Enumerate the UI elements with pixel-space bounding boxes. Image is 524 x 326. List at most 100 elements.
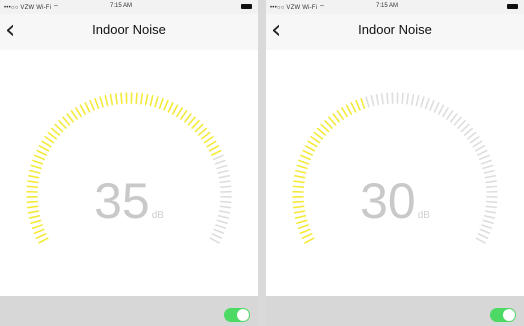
gauge-tick [307, 140, 318, 148]
gauge-tick [296, 164, 308, 170]
gauge-tick [79, 104, 87, 115]
gauge-tick [171, 104, 179, 115]
gauge-tick [295, 169, 307, 174]
gauge-tick [99, 96, 104, 108]
gauge-tick [480, 159, 492, 165]
bottom-bar [266, 296, 524, 326]
status-bar: •••○○ VZW Wi-Fi ⌔ 7:15 AM [266, 0, 524, 14]
noise-reading: 30 dB [266, 176, 524, 241]
gauge-tick [410, 93, 415, 106]
toggle-knob [237, 309, 249, 321]
gauge-tick [206, 140, 217, 148]
gauge-tick [38, 145, 50, 152]
phone-screen-right: •••○○ VZW Wi-Fi ⌔ 7:15 AM ‹ Indoor Noise… [266, 0, 524, 326]
gauge-tick [316, 127, 327, 136]
gauge-tick [114, 93, 118, 105]
noise-reading: 35 dB [0, 176, 258, 241]
gauge-tick [47, 131, 58, 140]
gauge-tick [457, 119, 466, 129]
gauge-tick [29, 169, 41, 174]
gauge-tick [483, 169, 495, 174]
gauge-tick [144, 93, 149, 106]
gauge-tick [54, 123, 64, 133]
gauge-tick [176, 107, 183, 118]
gauge-tick [70, 109, 78, 120]
battery-icon [507, 4, 518, 9]
gauge-tick [429, 99, 435, 111]
gauge-tick [450, 113, 458, 123]
toggle-switch[interactable] [490, 308, 516, 322]
battery-icon [241, 4, 252, 9]
gauge-tick [446, 109, 454, 120]
gauge-tick [167, 102, 174, 113]
gauge-tick [194, 123, 204, 133]
toggle-switch[interactable] [224, 308, 250, 322]
gauge-tick [187, 116, 196, 126]
gauge-tick [191, 119, 200, 129]
gauge-tick [200, 131, 211, 140]
gauge-tick [433, 102, 440, 113]
gauge-tick [320, 123, 330, 133]
gauge-tick [332, 113, 340, 123]
status-bar: •••○○ VZW Wi-Fi ⌔ 7:15 AM [0, 0, 258, 14]
gauge-tick [41, 140, 52, 148]
gauge-tick [437, 104, 445, 115]
gauge-tick [466, 131, 477, 140]
signal-indicator: •••○○ VZW Wi-Fi ⌔ [4, 5, 59, 11]
bottom-bar [0, 296, 258, 326]
gauge-tick [302, 149, 313, 156]
gauge-tick [472, 140, 483, 148]
gauge-tick [208, 145, 220, 152]
gauge-tick [380, 93, 384, 105]
gauge-tick [420, 96, 425, 108]
gauge-tick [386, 92, 389, 105]
gauge-tick [94, 97, 100, 110]
gauge-tick [140, 93, 144, 105]
gauge-tick [180, 109, 188, 120]
gauge-tick [300, 154, 311, 161]
gauge-tick [442, 107, 449, 118]
gauge-tick [304, 145, 316, 152]
gauge-tick [460, 123, 470, 133]
gauge-tick [415, 94, 420, 107]
noise-value: 35 [94, 173, 150, 229]
gauge-tick [158, 97, 164, 110]
gauge-tick [375, 93, 380, 106]
gauge-tick [365, 96, 370, 108]
gauge-tick [211, 149, 222, 156]
gauge-tick [298, 159, 310, 165]
gauge-tick [324, 119, 333, 129]
gauge-tick [66, 113, 74, 123]
gauge-tick [355, 99, 361, 111]
gauge-tick [213, 154, 224, 161]
gauge-tick [214, 159, 226, 165]
gauge-tick [401, 92, 404, 105]
gauge-tick [62, 116, 71, 126]
page-title: Indoor Noise [92, 22, 166, 37]
phone-screen-left: •••○○ VZW Wi-Fi ⌔ 7:15 AM ‹ Indoor Noise… [0, 0, 258, 326]
gauge-tick [310, 136, 321, 144]
gauge-tick [217, 169, 229, 174]
gauge-tick [163, 99, 169, 111]
gauge-tick [313, 131, 324, 140]
gauge-tick [336, 109, 344, 120]
gauge-tick [424, 97, 430, 110]
gauge-tick [50, 127, 61, 136]
gauge-tick [216, 164, 228, 170]
toggle-knob [503, 309, 515, 321]
gauge-tick [345, 104, 353, 115]
gauge-tick [203, 136, 214, 144]
gauge-tick [58, 119, 67, 129]
gauge-tick [149, 94, 154, 107]
gauge-panel: 35 dB [0, 50, 258, 296]
gauge-tick [34, 154, 45, 161]
gauge-tick [474, 145, 486, 152]
gauge-tick [75, 107, 82, 118]
gauge-tick [84, 102, 91, 113]
gauge-panel: 30 dB [266, 50, 524, 296]
gauge-tick [463, 127, 474, 136]
gauge-tick [135, 92, 138, 105]
gauge-tick [30, 164, 42, 170]
gauge-tick [109, 93, 114, 106]
gauge-tick [477, 149, 488, 156]
